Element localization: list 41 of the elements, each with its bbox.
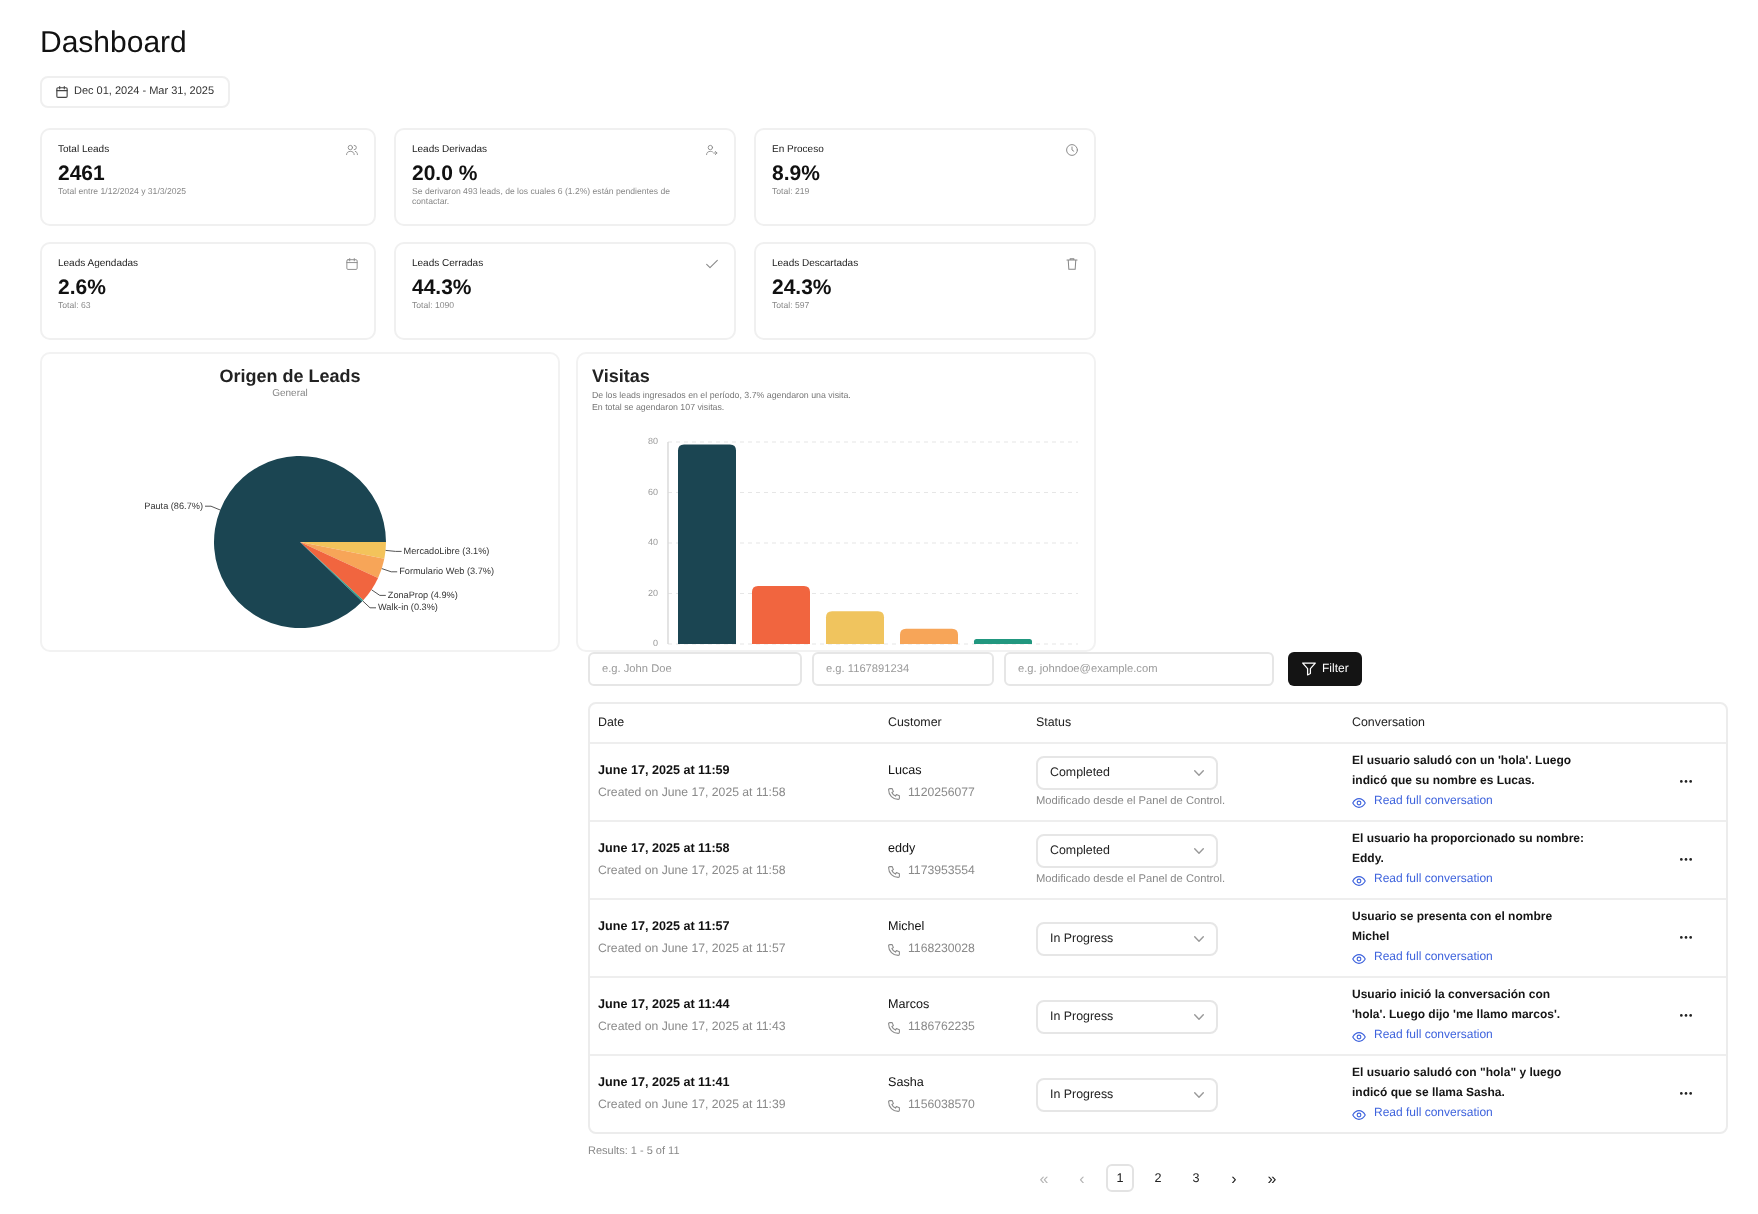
page-title: Dashboard bbox=[40, 26, 189, 62]
leader-line bbox=[204, 505, 221, 511]
trash-icon bbox=[1066, 258, 1078, 270]
chart-title: Visitas bbox=[590, 366, 652, 388]
phone-icon bbox=[888, 1021, 900, 1033]
stat-value: 8.9% bbox=[772, 162, 822, 186]
phone-icon bbox=[888, 865, 900, 877]
chevron-down-icon bbox=[1194, 935, 1204, 941]
user-arrow-icon bbox=[706, 144, 718, 156]
leader-line bbox=[381, 568, 398, 573]
check-icon bbox=[706, 258, 718, 270]
users-icon bbox=[346, 144, 358, 156]
clock-icon bbox=[1066, 144, 1078, 156]
calendar-icon bbox=[56, 86, 68, 98]
eye-icon bbox=[1352, 875, 1366, 885]
phone-icon bbox=[888, 1099, 900, 1111]
chevron-down-icon bbox=[1194, 847, 1204, 853]
eye-icon bbox=[1352, 1031, 1366, 1041]
bar bbox=[974, 638, 1032, 644]
leader-line bbox=[385, 549, 403, 552]
eye-icon bbox=[1352, 797, 1366, 807]
stat-value: 2.6% bbox=[58, 276, 108, 300]
bar bbox=[752, 585, 810, 644]
leader-line bbox=[371, 589, 387, 596]
phone-icon bbox=[888, 787, 900, 799]
calendar-icon bbox=[346, 258, 358, 270]
filter-icon bbox=[1302, 662, 1316, 676]
phone-icon bbox=[888, 943, 900, 955]
stat-value: 24.3% bbox=[772, 276, 834, 300]
eye-icon bbox=[1352, 953, 1366, 963]
stat-value: 2461 bbox=[58, 162, 107, 186]
eye-icon bbox=[1352, 1109, 1366, 1119]
stat-value: 20.0 % bbox=[412, 162, 480, 186]
chart-title: Origen de Leads bbox=[217, 366, 363, 388]
bar bbox=[826, 611, 884, 644]
chevron-down-icon bbox=[1194, 1091, 1204, 1097]
bar bbox=[900, 628, 958, 644]
leader-line bbox=[362, 600, 377, 609]
stat-value: 44.3% bbox=[412, 276, 474, 300]
chevron-down-icon bbox=[1194, 769, 1204, 775]
chevron-down-icon bbox=[1194, 1013, 1204, 1019]
